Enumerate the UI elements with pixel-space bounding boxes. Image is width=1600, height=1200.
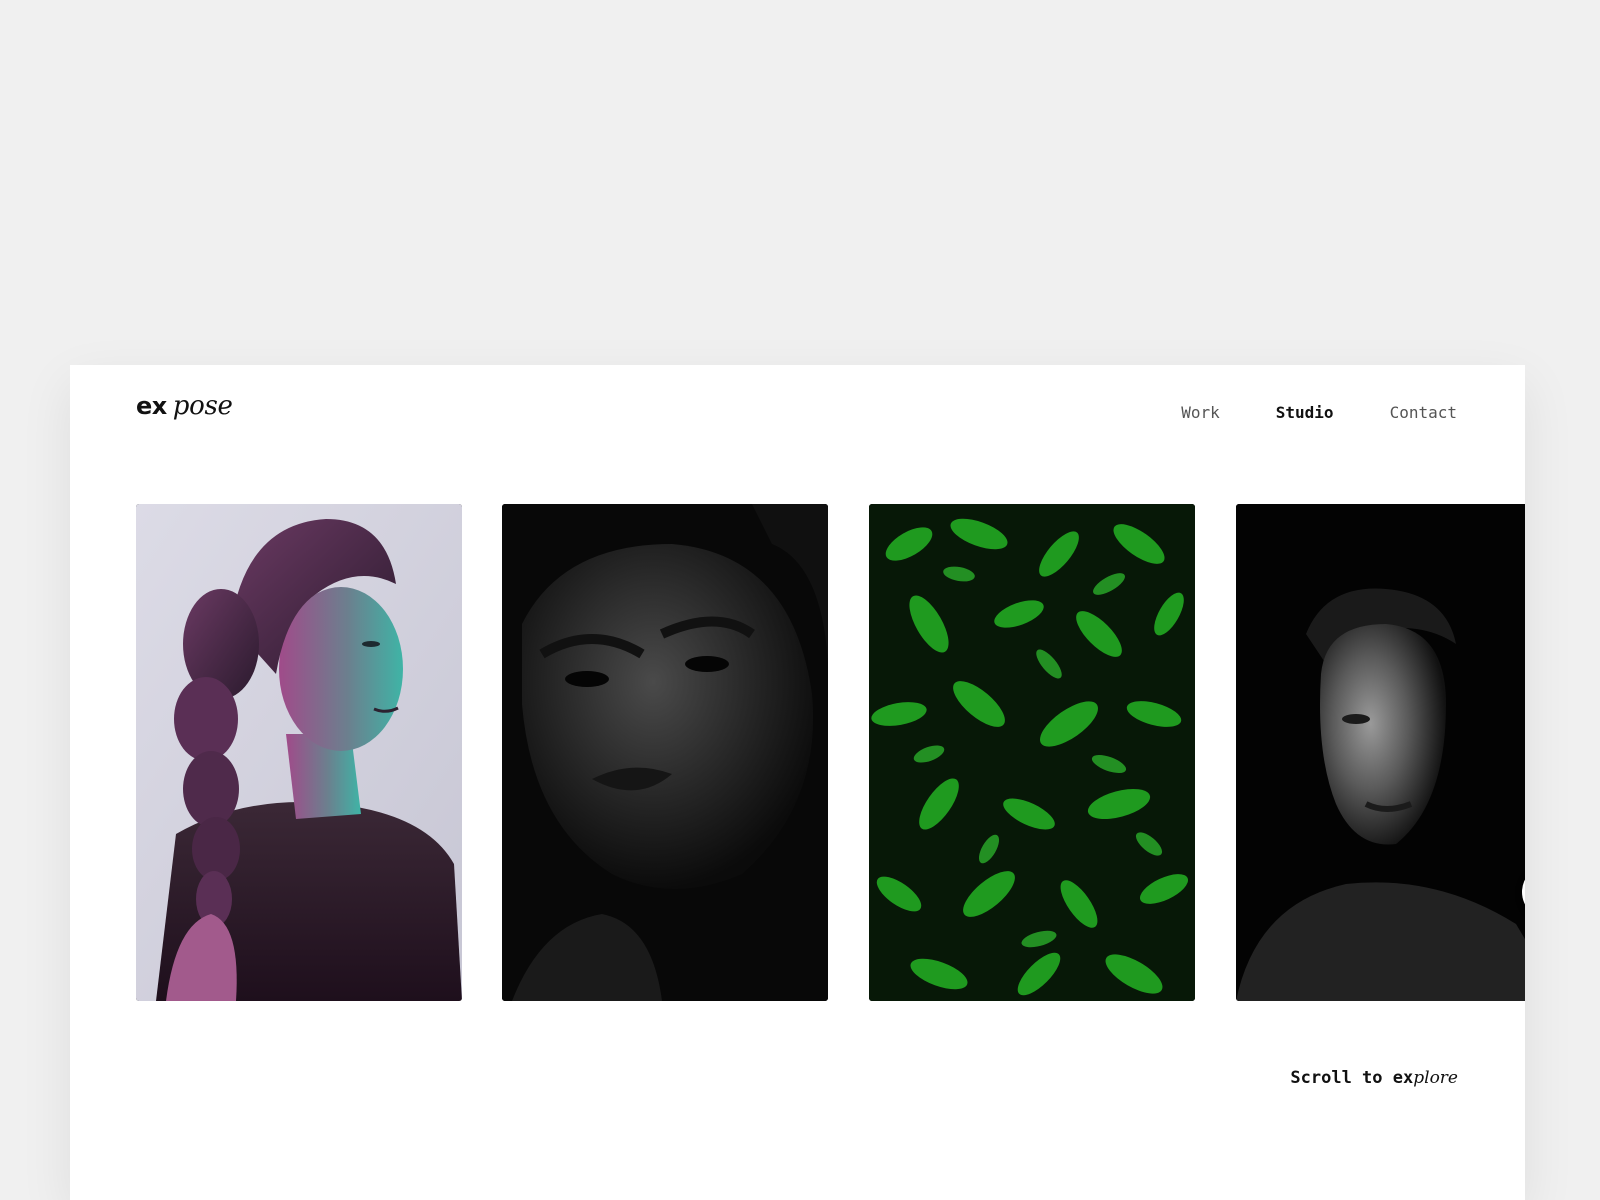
nav-item-studio[interactable]: Studio	[1276, 403, 1334, 422]
portrait-woman-color-image	[136, 504, 462, 1001]
site-frame: ex pose Work Studio Contact Scroll to ex…	[70, 365, 1525, 1200]
main-nav: Work Studio Contact	[1181, 403, 1457, 422]
logo[interactable]: ex pose	[136, 393, 233, 427]
gallery-carousel	[136, 504, 1525, 1002]
gallery-card-portrait-woman-color[interactable]	[136, 504, 462, 1001]
nav-item-contact[interactable]: Contact	[1390, 403, 1457, 422]
gallery-card-green-leaves[interactable]	[869, 504, 1195, 1001]
scroll-hint: Scroll to ex plore	[1290, 1068, 1458, 1088]
page-background: ex pose Work Studio Contact Scroll to ex…	[0, 0, 1600, 1200]
scroll-hint-italic: plore	[1413, 1068, 1458, 1088]
portrait-woman-dark-image	[502, 504, 828, 1001]
logo-part-ex: ex	[136, 392, 167, 420]
scroll-hint-prefix: Scroll to	[1290, 1068, 1393, 1088]
gallery-card-portrait-man-dark[interactable]	[1236, 504, 1525, 1001]
scroll-hint-bold: ex	[1392, 1068, 1414, 1088]
green-leaves-image	[869, 504, 1195, 1001]
logo-part-pose: pose	[172, 391, 233, 421]
gallery-card-portrait-woman-dark[interactable]	[502, 504, 828, 1001]
portrait-man-dark-image	[1236, 504, 1525, 1001]
nav-item-work[interactable]: Work	[1181, 403, 1220, 422]
